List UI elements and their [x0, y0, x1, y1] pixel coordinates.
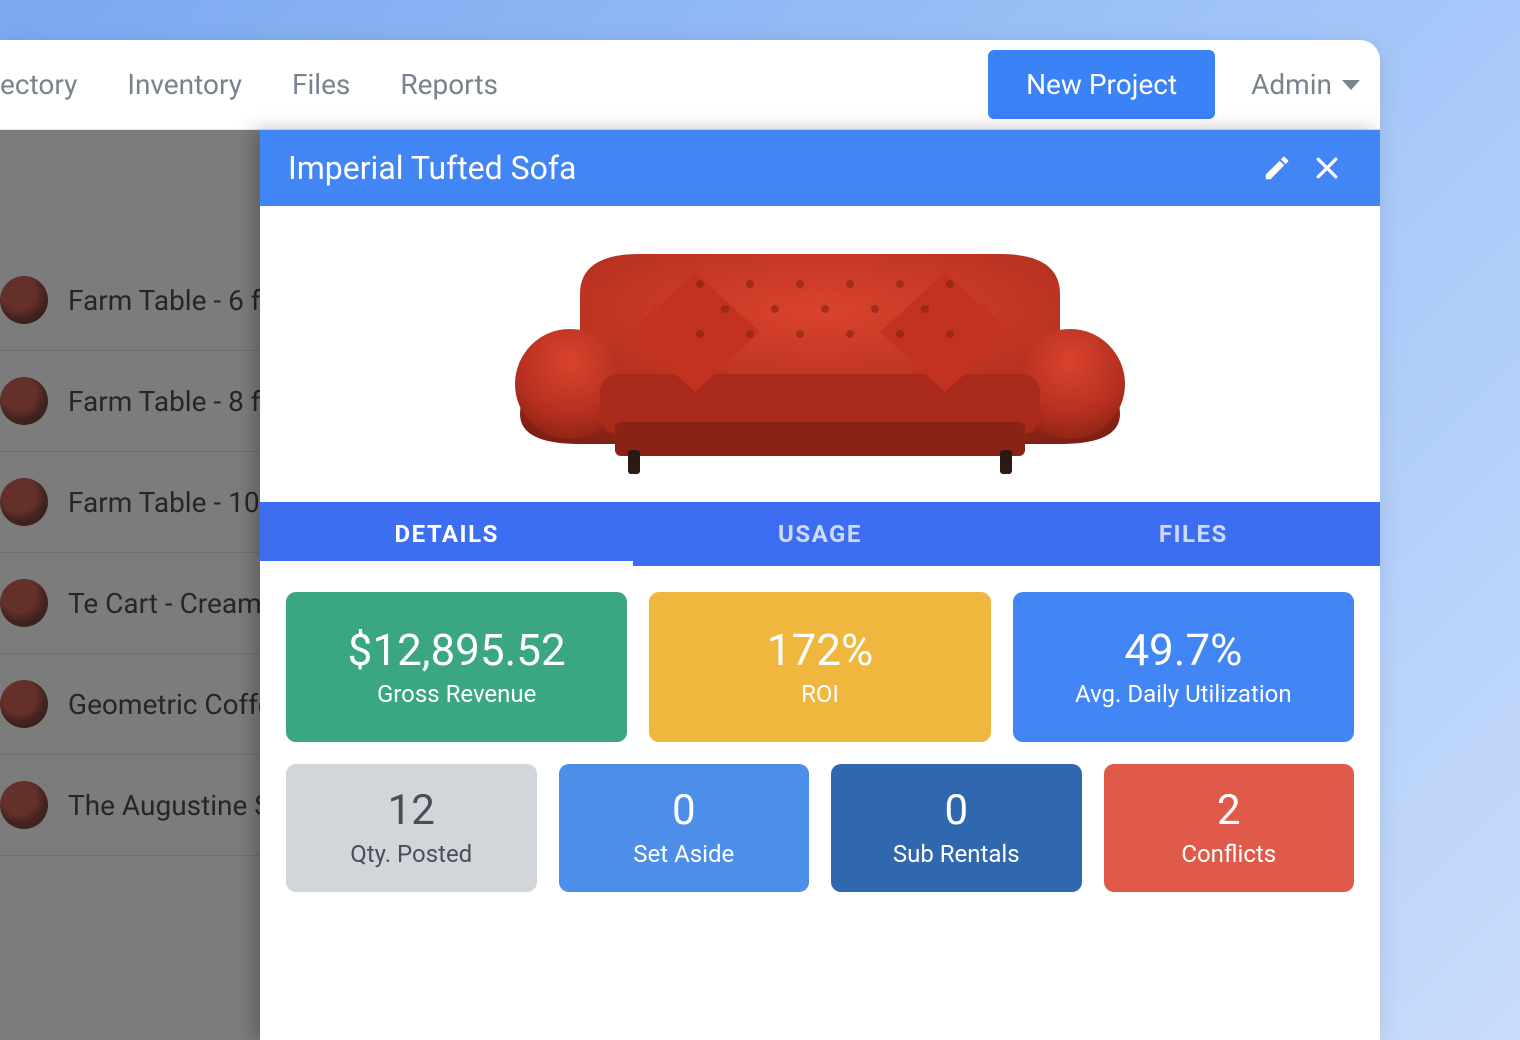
- tab-details[interactable]: DETAILS: [260, 502, 633, 566]
- metric-set-aside[interactable]: 0 Set Aside: [559, 764, 810, 892]
- sofa-icon: [500, 224, 1140, 484]
- metric-row-top: $12,895.52 Gross Revenue 172% ROI 49.7% …: [286, 592, 1354, 742]
- panel-header: Imperial Tufted Sofa: [260, 130, 1380, 206]
- metric-value: 172%: [767, 626, 873, 674]
- admin-label: Admin: [1251, 68, 1332, 101]
- metric-value: 49.7%: [1124, 626, 1242, 674]
- admin-menu[interactable]: Admin: [1251, 68, 1360, 101]
- metric-conflicts[interactable]: 2 Conflicts: [1104, 764, 1355, 892]
- nav-link-reports[interactable]: Reports: [400, 68, 498, 101]
- product-image: [260, 206, 1380, 502]
- metric-gross-revenue[interactable]: $12,895.52 Gross Revenue: [286, 592, 627, 742]
- metric-utilization[interactable]: 49.7% Avg. Daily Utilization: [1013, 592, 1354, 742]
- metric-value: 2: [1217, 788, 1241, 834]
- tab-files[interactable]: FILES: [1007, 502, 1380, 566]
- metric-value: 12: [388, 788, 435, 834]
- nav-links: ectory Inventory Files Reports: [0, 68, 498, 101]
- metric-label: Qty. Posted: [350, 840, 472, 868]
- metric-label: Avg. Daily Utilization: [1075, 680, 1292, 708]
- edit-button[interactable]: [1252, 143, 1302, 193]
- new-project-button[interactable]: New Project: [988, 50, 1215, 119]
- nav-link-directory[interactable]: ectory: [0, 68, 77, 101]
- metric-sub-rentals[interactable]: 0 Sub Rentals: [831, 764, 1082, 892]
- app-window: ectory Inventory Files Reports New Proje…: [0, 40, 1380, 1040]
- metric-label: Conflicts: [1181, 840, 1276, 868]
- close-button[interactable]: [1302, 143, 1352, 193]
- pencil-icon: [1262, 153, 1292, 183]
- tab-usage[interactable]: USAGE: [633, 502, 1006, 566]
- tab-strip: DETAILS USAGE FILES: [260, 502, 1380, 566]
- metric-value: 0: [944, 788, 968, 834]
- metric-value: 0: [672, 788, 696, 834]
- metric-qty-posted[interactable]: 12 Qty. Posted: [286, 764, 537, 892]
- close-icon: [1312, 153, 1342, 183]
- content-area: Farm Table - 6 ft Farm Table - 8 ft Farm…: [0, 130, 1380, 1040]
- metric-label: Set Aside: [633, 840, 734, 868]
- metric-value: $12,895.52: [348, 626, 566, 674]
- metric-roi[interactable]: 172% ROI: [649, 592, 990, 742]
- metrics-section: $12,895.52 Gross Revenue 172% ROI 49.7% …: [260, 566, 1380, 892]
- metric-row-bottom: 12 Qty. Posted 0 Set Aside 0 Sub Rentals…: [286, 764, 1354, 892]
- metric-label: Gross Revenue: [377, 680, 536, 708]
- nav-link-files[interactable]: Files: [292, 68, 350, 101]
- topbar: ectory Inventory Files Reports New Proje…: [0, 40, 1380, 130]
- metric-label: Sub Rentals: [893, 840, 1020, 868]
- panel-title: Imperial Tufted Sofa: [288, 149, 1252, 187]
- metric-label: ROI: [801, 680, 839, 708]
- item-detail-panel: Imperial Tufted Sofa: [260, 130, 1380, 1040]
- caret-down-icon: [1342, 80, 1360, 90]
- nav-link-inventory[interactable]: Inventory: [127, 68, 242, 101]
